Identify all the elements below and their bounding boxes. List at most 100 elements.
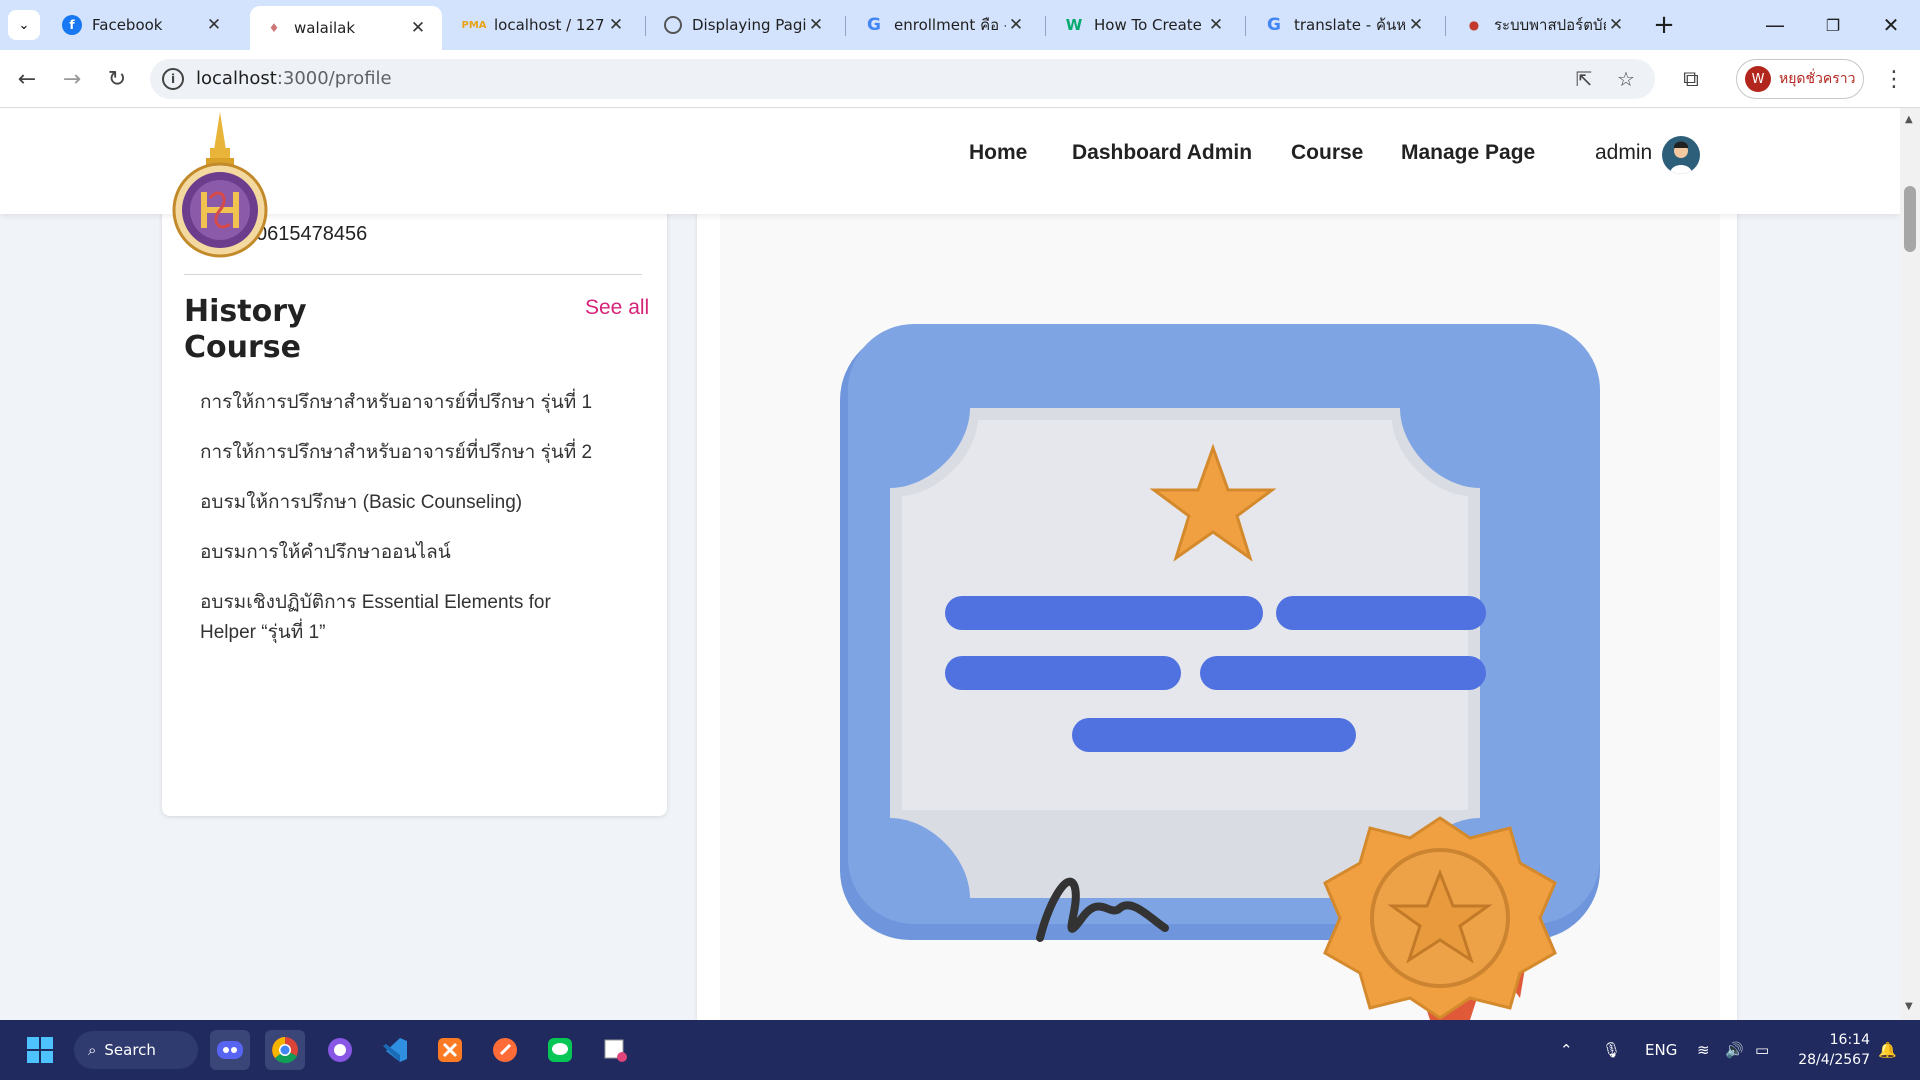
- profile-button[interactable]: W หยุดชั่วคราว: [1736, 59, 1864, 99]
- wifi-icon[interactable]: ≋: [1697, 1020, 1710, 1080]
- site-favicon: ●: [1468, 18, 1480, 32]
- clock-time: 16:14: [1829, 1032, 1870, 1048]
- tab-chatgpt[interactable]: Displaying Pagin ✕: [650, 6, 840, 44]
- nav-course[interactable]: Course: [1291, 141, 1363, 165]
- clock[interactable]: 16:14 28/4/2567: [1790, 1030, 1870, 1070]
- tab-separator: [845, 16, 846, 36]
- nav-username[interactable]: admin: [1595, 141, 1652, 165]
- course-item[interactable]: การให้การปรึกษาสำหรับอาจารย์ที่ปรึกษา รุ…: [200, 438, 600, 468]
- scroll-down-icon[interactable]: ▼: [1905, 1001, 1913, 1012]
- close-tab-icon[interactable]: ✕: [1606, 15, 1626, 35]
- tab-phpmyadmin[interactable]: PMA localhost / 127.0 ✕: [450, 6, 640, 44]
- address-bar[interactable]: i localhost:3000/profile ⇱ ☆: [150, 59, 1655, 99]
- tab-google-enrollment[interactable]: G enrollment คือ - ✕: [850, 6, 1040, 44]
- tab-title: localhost / 127.0: [494, 16, 606, 34]
- profile-avatar: W: [1745, 66, 1771, 92]
- history-course-list: การให้การปรึกษาสำหรับอาจารย์ที่ปรึกษา รุ…: [200, 388, 600, 668]
- windows-taskbar: ⌕ Search ⌃ 🎙 ENG ≋ 🔊 ▭ 16:14 28/4/2567 🔔: [0, 1020, 1920, 1080]
- battery-icon[interactable]: ▭: [1755, 1020, 1769, 1080]
- course-item[interactable]: อบรมให้การปรึกษา (Basic Counseling): [200, 488, 600, 518]
- tab-walailak[interactable]: ♦ walailak ✕: [250, 6, 442, 50]
- search-icon: ⌕: [88, 1041, 97, 1059]
- tab-title: How To Create N: [1094, 16, 1206, 34]
- divider: [184, 274, 642, 275]
- phpmyadmin-icon: PMA: [461, 19, 487, 31]
- course-item[interactable]: อบรมการให้คำปรึกษาออนไลน์: [200, 538, 600, 568]
- bookmark-star-icon[interactable]: ☆: [1612, 65, 1640, 93]
- tab-w3schools[interactable]: W How To Create N ✕: [1050, 6, 1240, 44]
- url-host: localhost: [196, 68, 277, 89]
- course-item[interactable]: การให้การปรึกษาสำหรับอาจารย์ที่ปรึกษา รุ…: [200, 388, 600, 418]
- vscode-icon[interactable]: [375, 1030, 415, 1070]
- certificate-illustration: [840, 324, 1600, 1020]
- close-tab-icon[interactable]: ✕: [1206, 15, 1226, 35]
- language-indicator[interactable]: ENG: [1645, 1020, 1677, 1080]
- close-tab-icon[interactable]: ✕: [1406, 15, 1426, 35]
- google-icon: G: [1267, 15, 1281, 35]
- site-navbar: Home Dashboard Admin Course Manage Page …: [0, 108, 1900, 214]
- taskbar-search[interactable]: ⌕ Search: [74, 1031, 198, 1069]
- browser-tab-bar: ⌄ f Facebook ✕ ♦ walailak ✕ PMA localhos…: [0, 0, 1920, 50]
- minimize-button[interactable]: —: [1750, 8, 1800, 42]
- windows-start-icon[interactable]: [20, 1030, 60, 1070]
- site-favicon: ♦: [268, 21, 280, 35]
- restore-button[interactable]: ❐: [1808, 8, 1858, 42]
- page-viewport: Home Dashboard Admin Course Manage Page …: [0, 108, 1900, 1020]
- tab-title: translate - ค้นหา: [1294, 16, 1406, 34]
- url-path: :3000/profile: [276, 68, 392, 89]
- notification-bell-icon[interactable]: 🔔: [1878, 1020, 1897, 1080]
- nav-home[interactable]: Home: [969, 141, 1027, 165]
- nav-manage-page[interactable]: Manage Page: [1401, 141, 1535, 165]
- close-tab-icon[interactable]: ✕: [606, 15, 626, 35]
- back-arrow-icon[interactable]: ←: [10, 62, 44, 96]
- close-tab-icon[interactable]: ✕: [806, 15, 826, 35]
- chatgpt-icon: [664, 16, 682, 34]
- forward-arrow-icon[interactable]: →: [55, 62, 89, 96]
- w3-icon: W: [1065, 16, 1083, 34]
- postman-icon[interactable]: [485, 1030, 525, 1070]
- browser-toolbar: ← → ↻ i localhost:3000/profile ⇱ ☆ ⧉ W ห…: [0, 50, 1920, 108]
- github-desktop-icon[interactable]: [320, 1030, 360, 1070]
- scrollbar-thumb[interactable]: [1904, 186, 1916, 252]
- tab-title: enrollment คือ -: [894, 16, 1006, 34]
- new-tab-button[interactable]: +: [1649, 10, 1679, 40]
- snipping-tool-icon[interactable]: [595, 1030, 635, 1070]
- tab-search-chevron-icon[interactable]: ⌄: [8, 10, 40, 40]
- history-course-title: History Course: [184, 294, 307, 365]
- site-info-icon[interactable]: i: [162, 68, 184, 90]
- microphone-icon[interactable]: 🎙: [1602, 1020, 1621, 1080]
- chrome-icon[interactable]: [265, 1030, 305, 1070]
- university-logo[interactable]: [170, 110, 270, 270]
- scroll-up-icon[interactable]: ▲: [1905, 114, 1913, 125]
- show-hidden-icons[interactable]: ⌃: [1560, 1020, 1573, 1080]
- search-label: Search: [104, 1041, 156, 1059]
- tab-title: Displaying Pagin: [692, 16, 806, 34]
- nav-dashboard-admin[interactable]: Dashboard Admin: [1072, 141, 1252, 165]
- url-text[interactable]: localhost:3000/profile: [196, 68, 392, 89]
- close-tab-icon[interactable]: ✕: [204, 15, 224, 35]
- extensions-puzzle-icon[interactable]: ⧉: [1674, 62, 1708, 96]
- close-tab-icon[interactable]: ✕: [408, 18, 428, 38]
- close-tab-icon[interactable]: ✕: [1006, 15, 1026, 35]
- tab-title: ระบบพาสปอร์ตบัณ: [1494, 16, 1606, 34]
- tab-google-translate[interactable]: G translate - ค้นหา ✕: [1250, 6, 1440, 44]
- page-scrollbar[interactable]: ▲ ▼: [1900, 108, 1920, 1020]
- close-window-button[interactable]: ✕: [1866, 8, 1916, 42]
- see-all-link[interactable]: See all: [585, 296, 649, 320]
- course-item[interactable]: อบรมเชิงปฏิบัติการ Essential Elements fo…: [200, 588, 600, 648]
- line-icon[interactable]: [540, 1030, 580, 1070]
- tab-separator: [1245, 16, 1246, 36]
- user-avatar[interactable]: [1662, 136, 1700, 174]
- tab-passport-system[interactable]: ● ระบบพาสปอร์ตบัณ ✕: [1450, 6, 1640, 44]
- tab-separator: [1045, 16, 1046, 36]
- xampp-icon[interactable]: [430, 1030, 470, 1070]
- volume-icon[interactable]: 🔊: [1725, 1020, 1744, 1080]
- open-in-app-icon[interactable]: ⇱: [1570, 65, 1598, 93]
- reload-icon[interactable]: ↻: [100, 62, 134, 96]
- browser-menu-icon[interactable]: ⋮: [1880, 62, 1908, 96]
- discord-icon[interactable]: [210, 1030, 250, 1070]
- tab-title: Facebook: [92, 16, 163, 34]
- facebook-icon: f: [62, 15, 82, 35]
- profile-phone: 0615478456: [256, 223, 368, 245]
- tab-facebook[interactable]: f Facebook ✕: [48, 6, 238, 44]
